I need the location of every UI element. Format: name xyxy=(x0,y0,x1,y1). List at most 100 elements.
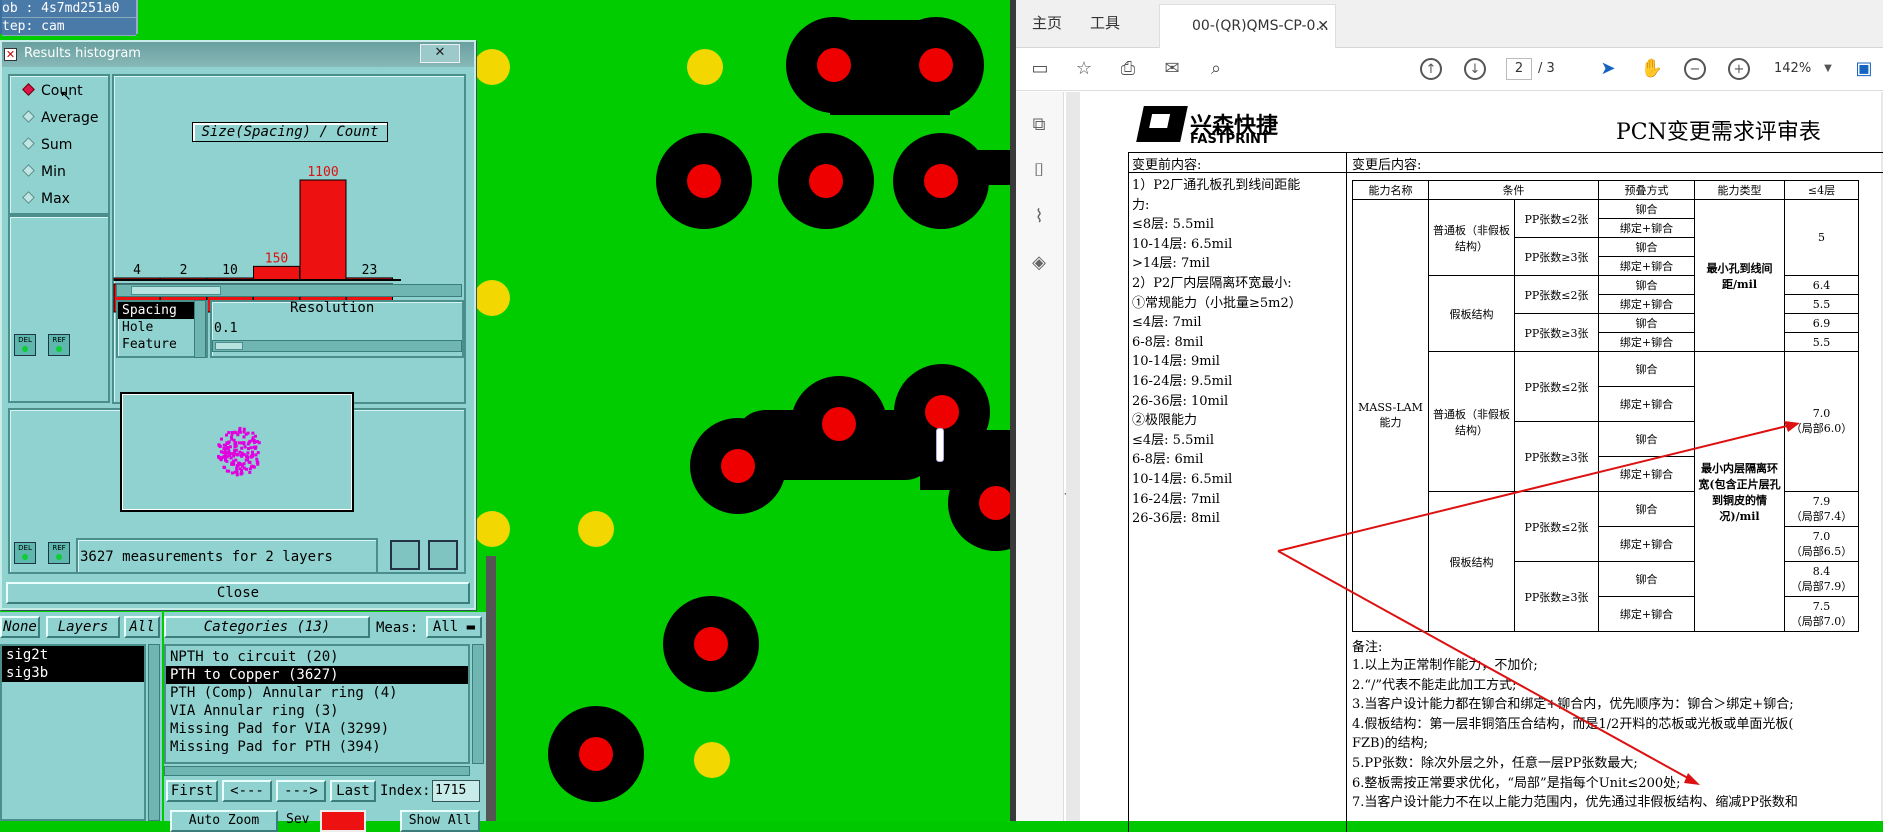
category-item[interactable]: Missing Pad for VIA (3299) xyxy=(166,720,468,738)
chevron-down-icon[interactable]: ▼ xyxy=(1816,57,1840,81)
preview-frame[interactable] xyxy=(120,392,354,512)
type-item-spacing[interactable]: Spacing xyxy=(118,302,206,319)
save-icon[interactable]: ▭ xyxy=(1028,57,1052,81)
mode-radio-max[interactable]: Max xyxy=(22,190,70,208)
prev-button[interactable]: <--- xyxy=(222,780,272,802)
mode-radio-sum[interactable]: Sum xyxy=(22,136,72,154)
hand-icon[interactable]: ✋ xyxy=(1640,57,1664,81)
next-button[interactable]: ---> xyxy=(276,780,326,802)
search-icon[interactable]: ⌕ xyxy=(1204,57,1228,81)
category-item[interactable]: PTH to Copper (3627) xyxy=(166,666,468,684)
mode-radio-average[interactable]: Average xyxy=(22,109,99,127)
via[interactable] xyxy=(474,280,510,316)
before-line: 6-8层: 8mil xyxy=(1132,334,1204,350)
measurement-point xyxy=(230,471,234,475)
pad[interactable] xyxy=(690,418,786,514)
bond-rivet-cell: 绑定+铆合 xyxy=(1598,294,1695,314)
pdf-sidebar: ⧉ ⌷ ⌇ ◈ ◂ xyxy=(1016,92,1070,821)
pad[interactable] xyxy=(786,17,882,113)
close-button[interactable]: Close xyxy=(6,582,470,604)
bookmark-icon[interactable]: ⌷ xyxy=(1028,160,1050,182)
select-pointer-icon[interactable]: ➤ xyxy=(1596,57,1620,81)
pad[interactable] xyxy=(893,133,989,229)
tab-layers[interactable]: Layers xyxy=(46,616,120,638)
layer-item[interactable]: sig3b xyxy=(2,664,144,682)
zoom-select-icon[interactable] xyxy=(428,540,458,570)
ref-button[interactable]: REF xyxy=(48,334,70,356)
bar-value-label: 10 xyxy=(222,263,238,278)
pages-icon[interactable]: ⧉ xyxy=(1028,114,1050,136)
via[interactable] xyxy=(694,742,730,778)
tab-all[interactable]: All xyxy=(124,616,160,638)
category-item[interactable]: VIA Annular ring (3) xyxy=(166,702,468,720)
results-histogram-window: ✕ Results histogram ✕ Count Average Sum … xyxy=(0,40,476,610)
first-button[interactable]: First xyxy=(166,780,218,802)
before-line: 10-14层: 6.5mil xyxy=(1132,471,1233,487)
panel-icon[interactable]: ▣ xyxy=(1852,57,1876,81)
del-icon xyxy=(22,554,28,560)
type-item-feature[interactable]: Feature xyxy=(118,336,206,353)
via[interactable] xyxy=(687,49,723,85)
pad[interactable] xyxy=(548,706,644,802)
histogram-scrollbar[interactable] xyxy=(116,284,462,297)
fake-board-cell: 假板结构 xyxy=(1428,275,1515,352)
layer-scrollbar[interactable] xyxy=(148,644,160,821)
pad[interactable] xyxy=(656,133,752,229)
star-icon[interactable]: ☆ xyxy=(1072,57,1096,81)
mode-radio-min[interactable]: Min xyxy=(22,163,66,181)
category-scrollbar[interactable] xyxy=(472,644,484,764)
via[interactable] xyxy=(474,49,510,85)
tab-none[interactable]: None xyxy=(0,616,40,638)
rivet-cell: 铆合 xyxy=(1598,421,1695,457)
pad[interactable] xyxy=(663,596,759,692)
meas-select[interactable]: All ▬ xyxy=(426,616,482,638)
index-input[interactable]: 1715 xyxy=(432,780,480,802)
zoom-level[interactable]: 142% xyxy=(1774,61,1811,76)
slider-thumb[interactable] xyxy=(215,342,243,350)
last-button[interactable]: Last xyxy=(330,780,376,802)
categories-title: Categories (13) xyxy=(164,616,370,638)
page-up-icon[interactable]: ↑ xyxy=(1420,58,1442,80)
attachment-icon[interactable]: ⌇ xyxy=(1028,206,1050,228)
rivet-cell: 铆合 xyxy=(1598,351,1695,387)
measurement-count: 3627 measurements for 2 layers xyxy=(80,549,333,565)
close-tab-icon[interactable]: ✕ xyxy=(1317,5,1329,47)
layer-item[interactable]: sig2t xyxy=(2,646,144,664)
category-hscrollbar[interactable] xyxy=(164,766,470,776)
measurement-point xyxy=(225,459,229,463)
resolution-slider[interactable] xyxy=(212,340,462,352)
severity-button[interactable] xyxy=(320,810,366,832)
tab-tools[interactable]: 工具 xyxy=(1090,12,1120,33)
pad[interactable] xyxy=(778,133,874,229)
mail-icon[interactable]: ✉ xyxy=(1160,57,1184,81)
zoom-in-icon[interactable]: + xyxy=(1728,58,1750,80)
categories-panel: Categories (13) Meas: All ▬ NPTH to circ… xyxy=(164,612,486,832)
auto-zoom-button[interactable]: Auto Zoom xyxy=(170,810,278,832)
tab-document[interactable]: 00-(QR)QMS-CP-0... ✕ xyxy=(1159,4,1336,48)
print-icon[interactable]: ⎙ xyxy=(1116,57,1140,81)
del-button[interactable]: DEL xyxy=(14,334,36,356)
pad[interactable] xyxy=(888,17,984,113)
del-button-bottom[interactable]: DEL xyxy=(14,542,36,564)
zoom-out-icon[interactable]: − xyxy=(1684,58,1706,80)
show-all-button[interactable]: Show All xyxy=(400,810,480,832)
mode-radio-count[interactable]: Count xyxy=(22,82,83,100)
via[interactable] xyxy=(578,511,614,547)
page-down-icon[interactable]: ↓ xyxy=(1464,58,1486,80)
tab-home[interactable]: 主页 xyxy=(1032,12,1062,33)
via[interactable] xyxy=(474,511,510,547)
layers-icon[interactable]: ◈ xyxy=(1028,252,1050,274)
category-item[interactable]: Missing Pad for PTH (394) xyxy=(166,738,468,756)
window-titlebar[interactable]: ✕ Results histogram ✕ xyxy=(2,42,474,67)
pp-cell: PP张数≥3张 xyxy=(1514,237,1599,276)
close-icon[interactable]: ✕ xyxy=(420,44,460,63)
category-item[interactable]: PTH (Comp) Annular ring (4) xyxy=(166,684,468,702)
page-number-input[interactable]: 2 xyxy=(1506,58,1532,80)
type-scrollbar[interactable] xyxy=(194,300,206,358)
zoom-fit-icon[interactable] xyxy=(390,540,420,570)
type-item-hole[interactable]: Hole xyxy=(118,319,206,336)
scroll-thumb[interactable] xyxy=(131,286,221,295)
ref-button-bottom[interactable]: REF xyxy=(48,542,70,564)
pad[interactable] xyxy=(791,376,887,472)
category-item[interactable]: NPTH to circuit (20) xyxy=(166,648,468,666)
